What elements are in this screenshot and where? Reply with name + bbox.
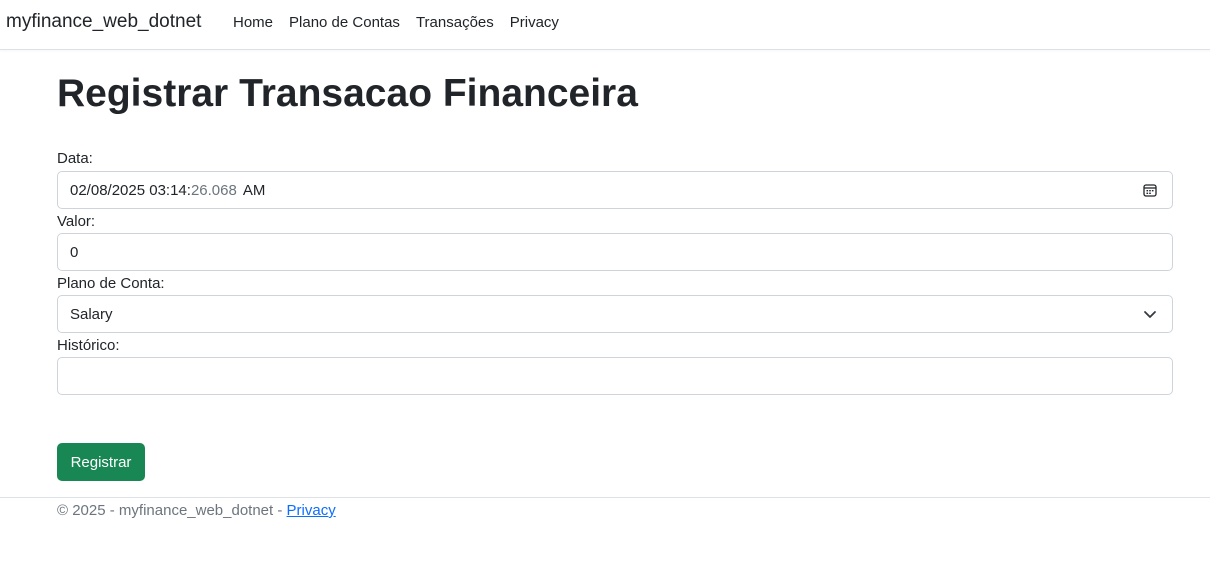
footer: © 2025 - myfinance_web_dotnet - Privacy bbox=[0, 497, 1210, 561]
data-datetime-input[interactable]: 02/08/2025 03:14: 26.068 AM bbox=[57, 171, 1173, 209]
nav-link-transacoes[interactable]: Transações bbox=[416, 14, 494, 31]
valor-label: Valor: bbox=[57, 213, 96, 230]
historico-label: Histórico: bbox=[57, 337, 120, 354]
nav-link-privacy[interactable]: Privacy bbox=[510, 14, 559, 31]
footer-copyright: © 2025 - myfinance_web_dotnet - bbox=[57, 502, 287, 519]
plano-conta-label: Plano de Conta: bbox=[57, 275, 165, 292]
nav-links: Home Plano de Contas Transações Privacy bbox=[233, 14, 575, 31]
historico-input[interactable] bbox=[57, 357, 1173, 395]
data-value-main: 02/08/2025 03:14: bbox=[70, 181, 191, 199]
footer-privacy-link[interactable]: Privacy bbox=[287, 502, 336, 519]
chevron-down-icon bbox=[1142, 306, 1158, 322]
nav-link-plano-de-contas[interactable]: Plano de Contas bbox=[289, 14, 400, 31]
plano-conta-select[interactable]: Salary bbox=[57, 295, 1173, 333]
footer-text: © 2025 - myfinance_web_dotnet - Privacy bbox=[57, 502, 336, 519]
valor-value: 0 bbox=[70, 243, 79, 261]
navbar: myfinance_web_dotnet Home Plano de Conta… bbox=[0, 0, 1210, 50]
brand-link[interactable]: myfinance_web_dotnet bbox=[6, 11, 201, 33]
calendar-icon[interactable] bbox=[1142, 182, 1158, 198]
plano-conta-selected: Salary bbox=[70, 305, 113, 323]
page-title: Registrar Transacao Financeira bbox=[57, 72, 638, 115]
data-value-ampm: AM bbox=[242, 181, 266, 199]
data-value-seconds: 26.068 bbox=[190, 181, 237, 199]
registrar-button[interactable]: Registrar bbox=[57, 443, 145, 481]
nav-link-home[interactable]: Home bbox=[233, 14, 273, 31]
data-label: Data: bbox=[57, 150, 93, 167]
valor-input[interactable]: 0 bbox=[57, 233, 1173, 271]
